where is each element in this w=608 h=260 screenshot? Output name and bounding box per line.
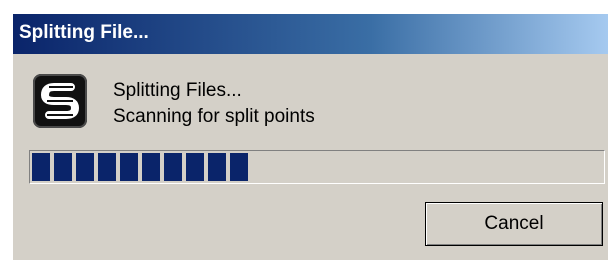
s-logo-icon (33, 74, 87, 128)
status-heading: Splitting Files... (113, 80, 242, 101)
progress-fill (32, 153, 249, 181)
cancel-button[interactable]: Cancel (425, 202, 603, 246)
splitting-dialog: Splitting File... Splitting Files... Sca… (12, 14, 608, 260)
status-detail: Scanning for split points (113, 106, 315, 127)
progress-bar (29, 150, 605, 184)
title-bar[interactable]: Splitting File... (13, 14, 608, 54)
dialog-title: Splitting File... (19, 22, 149, 43)
progress-track (32, 153, 602, 181)
